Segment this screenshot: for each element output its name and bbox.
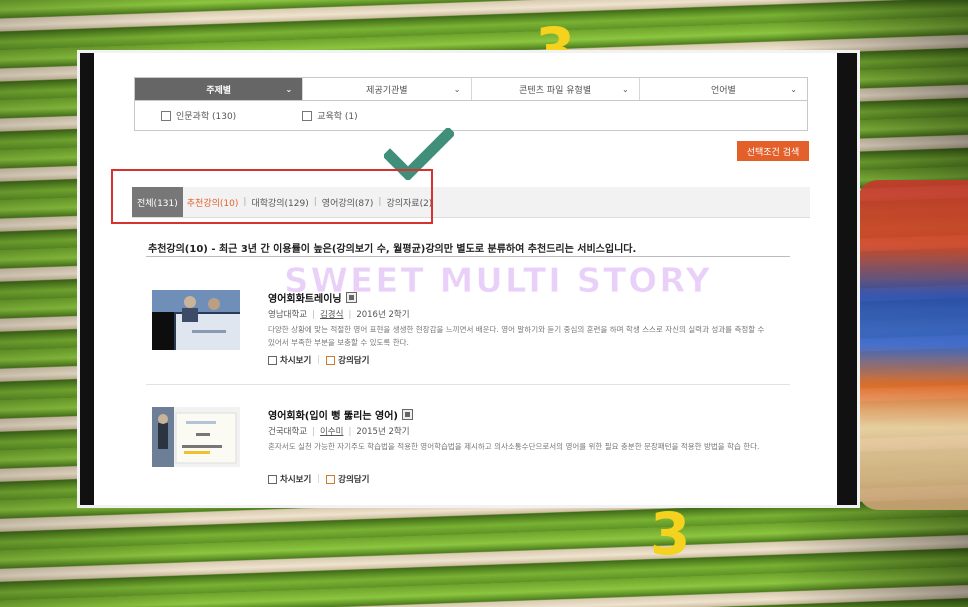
filter-subject[interactable]: 주제별 ⌄ (135, 78, 304, 100)
course-summary: 혼자서도 실천 가능한 자기주도 학습법을 적용한 영어학습법을 제시하고 의사… (268, 442, 760, 451)
add-icon (326, 355, 336, 365)
chevron-down-icon: ⌄ (790, 84, 797, 94)
course-title[interactable]: 영어회화트레이닝 (268, 290, 357, 305)
add-icon (326, 474, 336, 484)
checkbox-box[interactable] (302, 110, 313, 121)
page-content: 주제별 ⌄ 제공기관별 ⌄ 콘텐츠 파일 유형별 ⌄ 언어별 ⌄ 인문과학 (1… (94, 53, 837, 505)
book-number-decoration: 3 (650, 500, 691, 568)
course-meta: 영남대학교 | 김경식 | 2016년 2학기 (268, 310, 410, 320)
view-sessions-button[interactable]: 차시보기 (280, 354, 311, 366)
search-conditions-button[interactable]: 선택조건 검색 (737, 141, 809, 161)
course-summary: 다양한 상황에 맞는 적절한 영어 표현을 생생한 현장감을 느끼면서 배운다.… (268, 325, 765, 347)
checkbox-humanities[interactable]: 인문과학 (130) (161, 109, 236, 122)
video-icon (345, 292, 357, 303)
chevron-down-icon: ⌄ (285, 84, 293, 94)
filter-language[interactable]: 언어별 ⌄ (640, 78, 807, 100)
list-icon (268, 355, 277, 365)
list-icon (268, 474, 277, 484)
course-item: 영어회화(입이 뻥 뚫리는 영어) 건국대학교 | 이수미 | 2015년 2학기 혼자… (152, 407, 792, 493)
add-lecture-button[interactable]: 강의담기 (338, 354, 369, 366)
professor-link[interactable]: 이수미 (320, 427, 343, 437)
filter-institution[interactable]: 제공기관별 ⌄ (303, 78, 472, 100)
filter-file-type[interactable]: 콘텐츠 파일 유형별 ⌄ (472, 78, 640, 100)
course-thumbnail[interactable] (152, 290, 240, 350)
professor-link[interactable]: 김경식 (320, 310, 343, 320)
checkbox-box[interactable] (161, 110, 171, 121)
add-lecture-button[interactable]: 강의담기 (338, 473, 369, 485)
subject-checkboxes: 인문과학 (130) 교육학 (1) (134, 101, 808, 131)
highlight-box (111, 169, 433, 224)
filter-tabs: 주제별 ⌄ 제공기관별 ⌄ 콘텐츠 파일 유형별 ⌄ 언어별 ⌄ (134, 77, 808, 101)
divider (146, 384, 790, 385)
video-icon (402, 409, 413, 420)
view-sessions-button[interactable]: 차시보기 (280, 473, 311, 485)
chevron-down-icon: ⌄ (453, 84, 461, 94)
course-actions: 차시보기 | 강의담기 (268, 473, 369, 485)
course-meta: 건국대학교 | 이수미 | 2015년 2학기 (268, 427, 410, 437)
screenshot-frame: 주제별 ⌄ 제공기관별 ⌄ 콘텐츠 파일 유형별 ⌄ 언어별 ⌄ 인문과학 (1… (77, 50, 860, 508)
chevron-down-icon: ⌄ (622, 84, 629, 94)
course-actions: 차시보기 | 강의담기 (268, 354, 369, 366)
cloth-decoration (858, 180, 968, 510)
recommend-description: 추천강의(10) - 최근 3년 간 이용률이 높은(강의보기 수, 월평균)강… (148, 244, 637, 255)
divider (146, 256, 790, 257)
course-item: 영어회화트레이닝 영남대학교 | 김경식 | 2016년 2학기 다양한 상황에 맞는 … (152, 290, 792, 376)
course-title[interactable]: 영어회화(입이 뻥 뚫리는 영어) (268, 407, 413, 422)
course-thumbnail[interactable] (152, 407, 240, 467)
checkbox-education[interactable]: 교육학 (1) (302, 109, 358, 122)
